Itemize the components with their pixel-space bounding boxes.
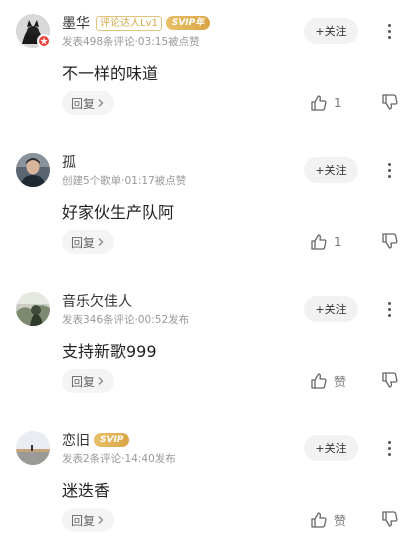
username[interactable]: 恋旧 bbox=[62, 430, 90, 450]
follow-button[interactable]: +关注 bbox=[304, 435, 358, 461]
user-avatar[interactable] bbox=[16, 431, 50, 465]
name-row: 恋旧 SVIP bbox=[62, 430, 130, 450]
more-options-icon[interactable] bbox=[382, 20, 396, 42]
dislike-button[interactable] bbox=[381, 232, 401, 252]
comment-content: 迷迭香 bbox=[62, 481, 111, 500]
more-options-icon[interactable] bbox=[382, 437, 396, 459]
comment-content: 支持新歌999 bbox=[62, 342, 157, 361]
name-row: 孤 bbox=[62, 153, 76, 171]
chevron-right-icon bbox=[98, 99, 104, 107]
comment-item: 恋旧 SVIP 发表2条评论·14:40发布 +关注 迷迭香 回复 赞 bbox=[0, 417, 416, 556]
follow-button[interactable]: +关注 bbox=[304, 157, 358, 183]
user-avatar[interactable] bbox=[16, 292, 50, 326]
follow-button[interactable]: +关注 bbox=[304, 296, 358, 322]
chevron-right-icon bbox=[98, 516, 104, 524]
like-count: 赞 bbox=[334, 374, 347, 389]
comment-meta: 发表2条评论·14:40发布 bbox=[62, 453, 176, 465]
thumbs-up-icon bbox=[311, 373, 327, 389]
thumbs-up-icon bbox=[311, 234, 327, 250]
svip-badge[interactable]: SVIP bbox=[94, 433, 130, 447]
comment-item: 墨华 评论达人Lv1 SVIP年 发表498条评论·03:15被点赞 +关注 不… bbox=[0, 0, 416, 139]
user-avatar[interactable] bbox=[16, 153, 50, 187]
dislike-button[interactable] bbox=[381, 510, 401, 530]
reply-label: 回复 bbox=[71, 513, 96, 528]
comment-meta: 创建5个歌单·01:17被点赞 bbox=[62, 175, 187, 187]
avatar-scene-icon bbox=[16, 292, 50, 326]
like-button[interactable]: 1 bbox=[310, 92, 342, 114]
name-row: 墨华 评论达人Lv1 SVIP年 bbox=[62, 13, 211, 33]
reply-label: 回复 bbox=[71, 374, 96, 389]
like-count: 赞 bbox=[334, 513, 347, 528]
name-row: 音乐欠佳人 bbox=[62, 292, 132, 310]
reply-label: 回复 bbox=[71, 235, 96, 250]
comment-item: 孤 创建5个歌单·01:17被点赞 +关注 好家伙生产队阿 回复 1 bbox=[0, 139, 416, 278]
like-button[interactable]: 赞 bbox=[310, 509, 346, 531]
vip-badge-icon bbox=[37, 34, 51, 48]
username[interactable]: 墨华 bbox=[62, 13, 90, 33]
thumbs-up-icon bbox=[311, 512, 327, 528]
username[interactable]: 孤 bbox=[62, 152, 76, 172]
thumbs-down-icon bbox=[382, 372, 398, 388]
reply-button[interactable]: 回复 bbox=[62, 91, 115, 115]
avatar-person-icon bbox=[16, 153, 50, 187]
thumbs-up-icon bbox=[311, 95, 327, 111]
comment-meta: 发表498条评论·03:15被点赞 bbox=[62, 36, 200, 48]
reply-label: 回复 bbox=[71, 96, 96, 111]
like-button[interactable]: 1 bbox=[310, 231, 342, 253]
more-options-icon[interactable] bbox=[382, 298, 396, 320]
dislike-button[interactable] bbox=[381, 93, 401, 113]
talent-badge[interactable]: 评论达人Lv1 bbox=[96, 15, 162, 31]
follow-button[interactable]: +关注 bbox=[304, 18, 358, 44]
reply-button[interactable]: 回复 bbox=[62, 508, 115, 532]
thumbs-down-icon bbox=[382, 94, 398, 110]
reply-button[interactable]: 回复 bbox=[62, 369, 115, 393]
reply-button[interactable]: 回复 bbox=[62, 230, 115, 254]
chevron-right-icon bbox=[98, 238, 104, 246]
avatar-sunset-icon bbox=[16, 431, 50, 465]
dislike-button[interactable] bbox=[381, 371, 401, 391]
thumbs-down-icon bbox=[382, 511, 398, 527]
comment-meta: 发表346条评论·00:52发布 bbox=[62, 314, 190, 326]
like-count: 1 bbox=[334, 96, 342, 110]
svip-badge[interactable]: SVIP年 bbox=[165, 16, 211, 30]
more-options-icon[interactable] bbox=[382, 159, 396, 181]
like-button[interactable]: 赞 bbox=[310, 370, 346, 392]
thumbs-down-icon bbox=[382, 233, 398, 249]
chevron-right-icon bbox=[98, 377, 104, 385]
comment-item: 音乐欠佳人 发表346条评论·00:52发布 +关注 支持新歌999 回复 赞 bbox=[0, 278, 416, 417]
like-count: 1 bbox=[334, 235, 342, 249]
comment-content: 好家伙生产队阿 bbox=[62, 203, 175, 222]
username[interactable]: 音乐欠佳人 bbox=[62, 291, 132, 311]
comment-content: 不一样的味道 bbox=[62, 64, 159, 83]
